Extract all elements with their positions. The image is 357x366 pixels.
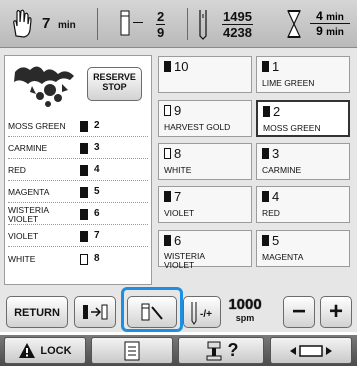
color-current: 2 (156, 9, 166, 25)
needle-bar-2[interactable]: 2 MOSS GREEN (256, 100, 350, 137)
status-bar: 7 min 2 9 1495 4238 4 min 9 min (0, 0, 357, 48)
time-left-value: 7 (42, 15, 51, 32)
color-total: 9 (157, 25, 165, 40)
speed-decrease-button[interactable]: − (283, 296, 315, 328)
list-item: WISTERIA VIOLET 6 (8, 205, 148, 225)
help-button[interactable]: ? (178, 337, 264, 364)
thread-color-change-button[interactable] (127, 296, 177, 328)
needle-bar-8[interactable]: 8 WHITE (158, 143, 252, 180)
reserve-stop-button[interactable]: RESERVE STOP (87, 67, 142, 101)
needle-icon (196, 8, 210, 40)
spool-icon (80, 231, 88, 242)
frame-move-button[interactable] (270, 337, 352, 364)
needle-bar-3[interactable]: 3 CARMINE (256, 143, 350, 180)
hand-icon (8, 8, 34, 40)
spool-icon (80, 209, 88, 220)
needle-bar-4[interactable]: 4 RED (256, 186, 350, 223)
hourglass-icon (286, 9, 302, 39)
speed-increase-button[interactable]: + (320, 296, 352, 328)
needle-plus-minus-icon: -/+ (191, 302, 212, 325)
needle-bar-6[interactable]: 6 WISTERIA VIOLET (158, 230, 252, 269)
spool-icon (80, 253, 88, 265)
time-remaining: 4 min 9 min (310, 9, 350, 38)
needle-bar-1[interactable]: 1 LIME GREEN (256, 56, 350, 93)
color-sort-icon (83, 304, 108, 320)
stitch-total: 4238 (223, 25, 252, 40)
list-item: WHITE 8 (8, 252, 100, 265)
needle-bar-7[interactable]: 7 VIOLET (158, 186, 252, 223)
thread-spool-icon (120, 10, 130, 36)
svg-text:-/+: -/+ (200, 309, 212, 320)
needle-bar-10[interactable]: 10 (158, 56, 252, 93)
list-item: MAGENTA 5 (8, 183, 148, 203)
stitch-current: 1495 (222, 9, 253, 25)
frame-arrows-icon (290, 344, 332, 357)
stitch-counter: 1495 4238 (222, 9, 253, 40)
color-sort-button[interactable] (74, 296, 116, 328)
list-icon (124, 341, 140, 360)
spool-icon (80, 165, 88, 176)
spool-icon (80, 121, 88, 132)
spool-icon (80, 187, 88, 198)
color-counter: 2 9 (156, 9, 166, 40)
warning-icon (19, 342, 36, 358)
needle-bar-5[interactable]: 5 MAGENTA (256, 230, 350, 267)
design-preview (10, 60, 80, 110)
list-item: CARMINE 3 (8, 139, 148, 159)
speed-display: 1000 spm (228, 296, 262, 324)
list-item: MOSS GREEN 2 (8, 117, 148, 137)
thread-tension-button[interactable]: -/+ (183, 296, 221, 328)
list-item: VIOLET 7 (8, 227, 148, 247)
lock-button[interactable]: LOCK (4, 337, 86, 364)
spool-icon (80, 143, 88, 154)
machine-icon (206, 341, 221, 360)
list-item: RED 4 (8, 161, 148, 181)
spool-magnify-icon (141, 303, 163, 321)
list-view-button[interactable] (91, 337, 173, 364)
needle-bar-9[interactable]: 9 HARVEST GOLD (158, 100, 252, 137)
return-button[interactable]: RETURN (6, 296, 68, 328)
time-left-unit: min (58, 20, 76, 31)
